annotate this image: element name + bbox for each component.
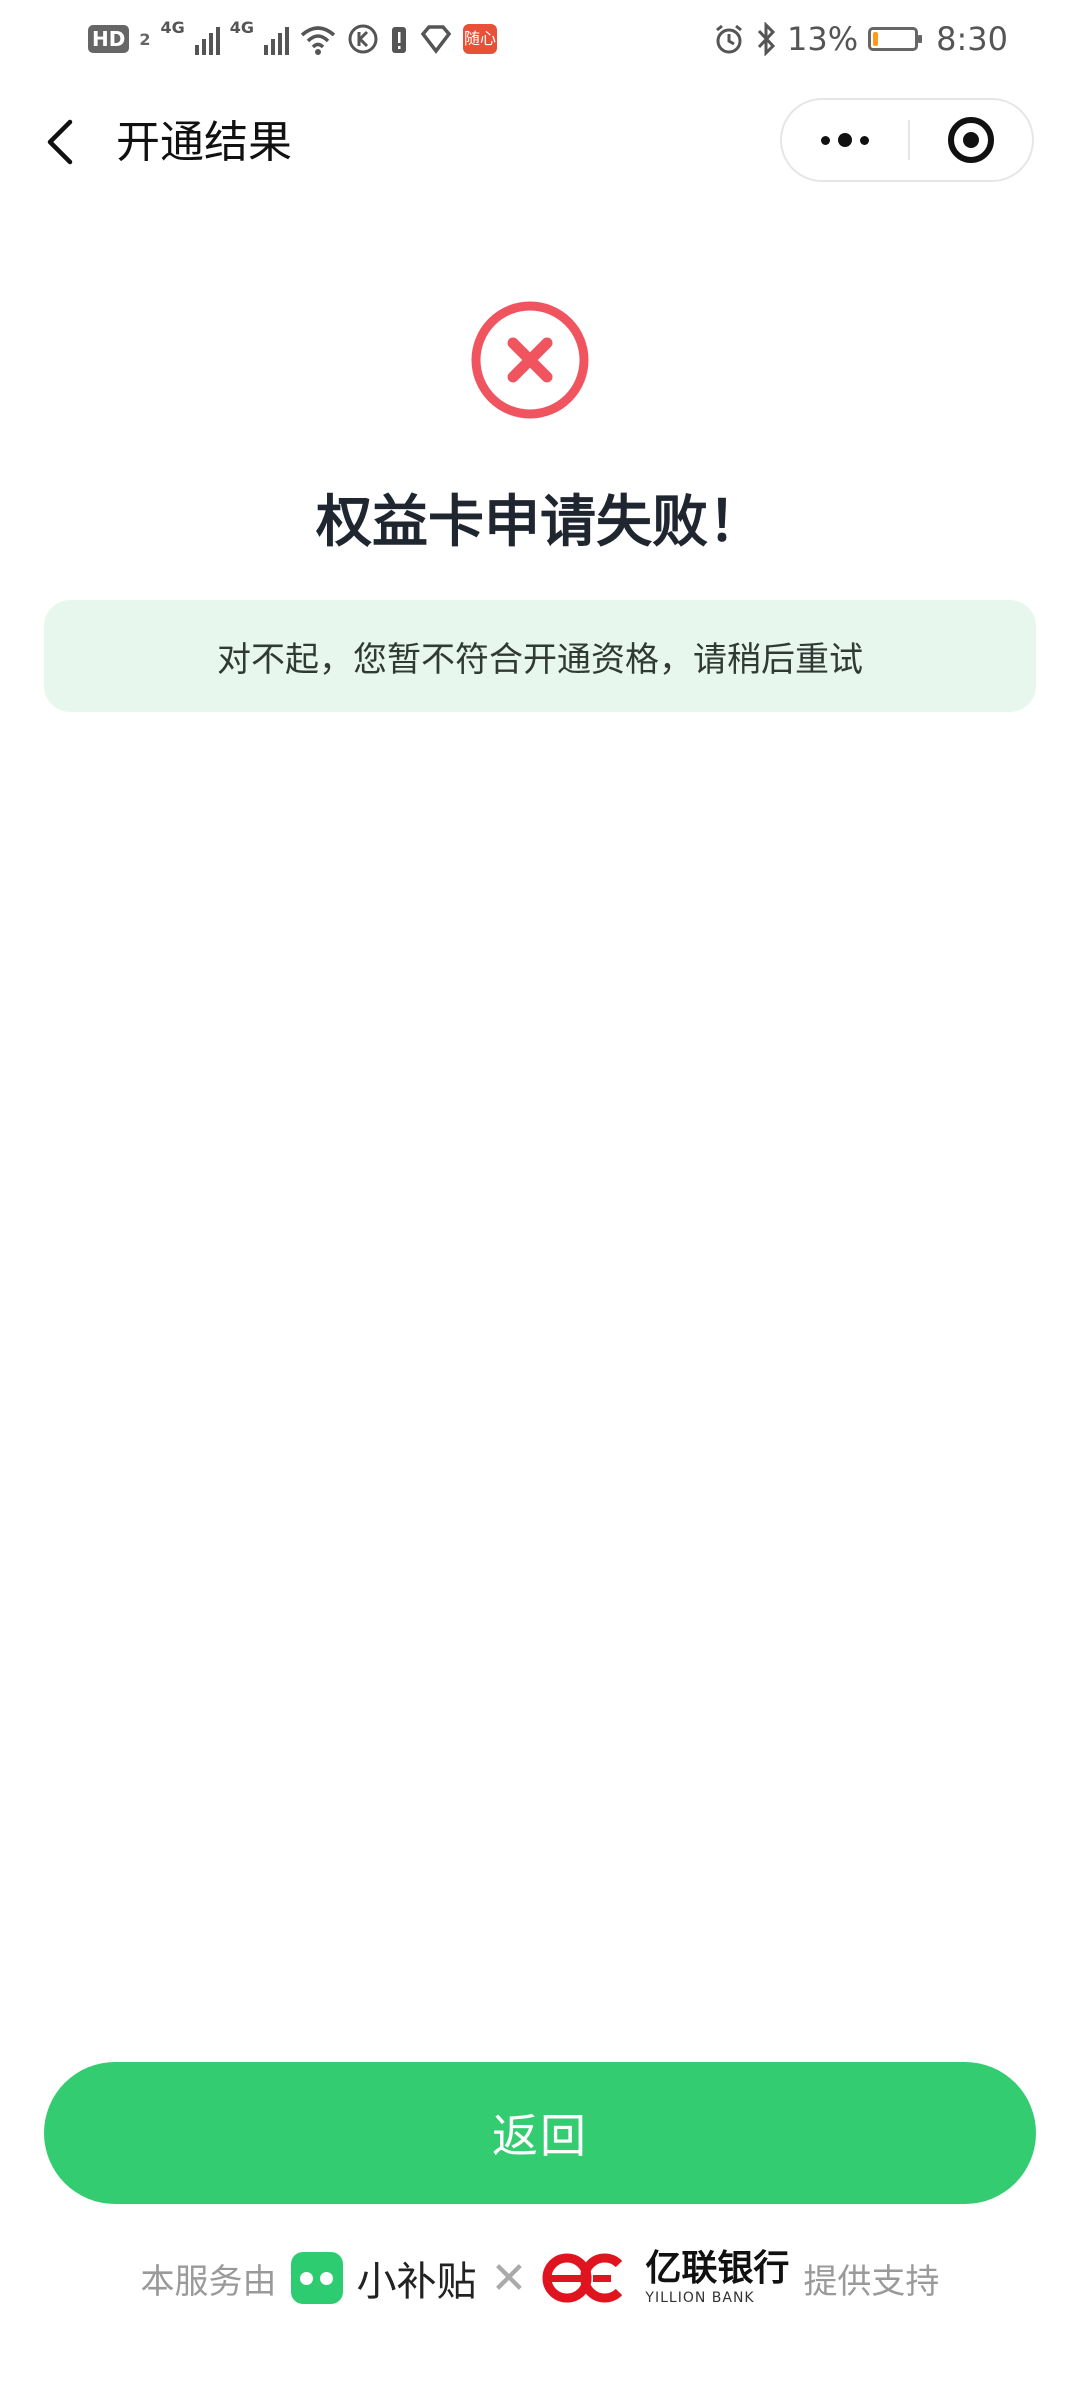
bluetooth-icon: [757, 22, 776, 56]
return-button[interactable]: 返回: [44, 2062, 1036, 2204]
diamond-icon: [420, 25, 452, 54]
footer-prefix: 本服务由: [140, 2261, 277, 2302]
status-bar-left: HD 2 4G 4G 随心: [88, 14, 498, 64]
bank-name-block: 亿联银行 YILLION BANK: [645, 2248, 790, 2306]
result-message-box: 对不起，您暂不符合开通资格，请稍后重试: [44, 600, 1036, 712]
target-icon: [948, 117, 994, 163]
error-circle-icon: [471, 301, 589, 419]
bank-name-en: YILLION BANK: [645, 2290, 755, 2306]
notification-app-icon: 随心: [463, 24, 498, 54]
page-title: 开通结果: [116, 117, 292, 168]
result-title: 权益卡申请失败！: [316, 490, 764, 555]
network-type-1: 4G: [160, 18, 185, 37]
hd-sub-label: 2: [139, 29, 151, 49]
alarm-icon: [716, 24, 742, 54]
service-footer: 本服务由 小补贴 ✕ 亿联银行 YILLION BANK 提供支持: [0, 2246, 1080, 2310]
footer-suffix: 提供支持: [803, 2261, 940, 2302]
signal-icon: [264, 23, 290, 55]
xiaobutie-logo-icon: [290, 2252, 343, 2304]
close-mini-program-button[interactable]: [910, 100, 1032, 180]
network-type-2: 4G: [229, 18, 255, 37]
k-app-icon: [348, 24, 378, 54]
yillion-bank-logo-icon: [542, 2253, 623, 2303]
sim-alert-icon: [392, 27, 407, 53]
wifi-icon: [300, 26, 336, 55]
bank-name: 亿联银行: [645, 2248, 790, 2289]
result-message: 对不起，您暂不符合开通资格，请稍后重试: [217, 639, 863, 680]
return-button-label: 返回: [492, 2109, 588, 2163]
footer-separator: ✕: [490, 2252, 528, 2304]
chevron-left-icon: [47, 119, 73, 165]
status-bar-right: 13% 8:30: [713, 14, 1008, 64]
clock: 8:30: [936, 20, 1008, 58]
nav-bar: 开通结果: [0, 78, 1080, 206]
more-dots-icon: [821, 133, 869, 147]
battery-fill: [873, 32, 879, 46]
partner-name: 小补贴: [356, 2259, 477, 2305]
signal-icon: [194, 23, 220, 55]
back-button[interactable]: [36, 116, 88, 168]
status-bar: HD 2 4G 4G 随心 13% 8:30: [0, 0, 1080, 78]
more-button[interactable]: [782, 100, 908, 180]
mini-program-capsule: [780, 98, 1034, 182]
hd-badge: HD: [88, 25, 130, 53]
battery-icon: [868, 27, 923, 51]
battery-percent: 13%: [787, 20, 859, 58]
